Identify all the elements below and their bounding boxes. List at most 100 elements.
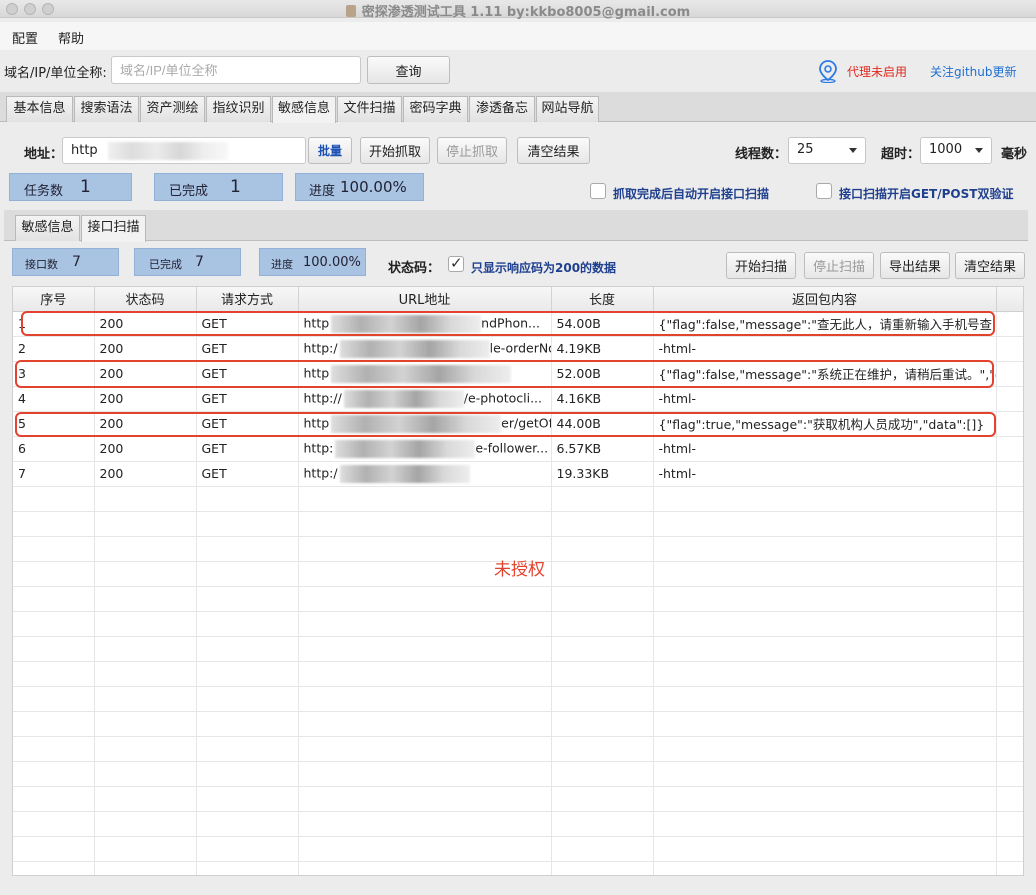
clear-scan-results-button[interactable]: 清空结果 — [955, 252, 1025, 279]
cell-empty — [196, 836, 299, 862]
table-row[interactable]: 4 200 GET http:// /e-photocli... 4.16KB -html- — [13, 386, 1023, 412]
cell-empty — [653, 861, 997, 875]
cell-empty — [653, 486, 997, 512]
table-row[interactable]: 1 200 GET http ndPhon... 54.00B {"flag":false,… — [13, 311, 1023, 337]
tab-site-nav[interactable]: 网站导航 — [536, 96, 599, 122]
location-pin-icon — [819, 60, 837, 83]
cell-body: {"flag":false,"message":"查无此人，请重新输入手机号查.… — [653, 311, 997, 337]
scan-done-label: 已完成 — [149, 258, 182, 271]
crawl-done-badge: 已完成 1 — [154, 173, 283, 201]
proxy-status-link[interactable]: 代理未启用 — [847, 63, 907, 80]
subtab-sensitive-info[interactable]: 敏感信息 — [15, 215, 80, 241]
tab-pentest-notes[interactable]: 渗透备忘 — [469, 96, 535, 122]
cell-empty — [996, 761, 1023, 787]
api-count-value: 7 — [72, 254, 81, 270]
cell-filler — [996, 361, 1023, 387]
cell-url: http ndPhon... — [298, 311, 552, 337]
col-header-body[interactable]: 返回包内容 — [653, 287, 997, 312]
tab-file-scan[interactable]: 文件扫描 — [337, 96, 402, 122]
cell-status: 200 — [94, 361, 197, 387]
export-results-button[interactable]: 导出结果 — [880, 252, 950, 279]
cell-empty — [94, 786, 197, 812]
cell-empty — [298, 836, 552, 862]
table-row-empty — [13, 611, 1023, 637]
auto-scan-checkbox[interactable] — [590, 183, 606, 199]
cell-empty — [196, 536, 299, 562]
start-scan-button[interactable]: 开始扫描 — [726, 252, 796, 279]
cell-empty — [298, 611, 552, 637]
col-header-method[interactable]: 请求方式 — [196, 287, 299, 312]
stop-scan-button[interactable]: 停止扫描 — [804, 252, 874, 279]
only-200-checkbox[interactable] — [448, 254, 464, 272]
table-row[interactable]: 5200GET http er/getOffice...44.00B{"flag":… — [13, 411, 1023, 437]
cell-empty — [551, 586, 654, 612]
url-start: http: — [303, 440, 334, 455]
subtab-api-scan[interactable]: 接口扫描 — [81, 215, 146, 242]
cell-empty — [653, 786, 997, 812]
table-row-empty — [13, 686, 1023, 712]
cell-empty — [13, 511, 95, 537]
cell-length: 4.16KB — [551, 386, 654, 412]
cell-status: 200 — [94, 461, 197, 487]
cell-empty — [996, 586, 1023, 612]
table-row[interactable]: 2200GET http:/ le-orderNo...4.19KB-html- — [13, 336, 1023, 362]
col-header-length[interactable]: 长度 — [551, 287, 654, 312]
timeout-select[interactable]: 1000 — [920, 137, 992, 164]
clear-crawl-results-button[interactable]: 清空结果 — [517, 137, 590, 164]
url-start: http — [303, 315, 330, 330]
col-header-index[interactable]: 序号 — [13, 287, 95, 312]
cell-empty — [551, 661, 654, 687]
cell-empty — [996, 486, 1023, 512]
cell-url: http: e-follower... — [298, 436, 552, 462]
crawl-progress-badge: 进度 100.00% — [295, 173, 424, 201]
query-button[interactable]: 查询 — [367, 56, 450, 84]
start-crawl-button[interactable]: 开始抓取 — [360, 137, 430, 164]
cell-method: GET — [196, 386, 299, 412]
url-start: http:/ — [303, 465, 338, 480]
cell-empty — [94, 536, 197, 562]
col-header-url[interactable]: URL地址 — [298, 287, 552, 312]
address-field[interactable]: http — [62, 137, 306, 164]
tab-fingerprint[interactable]: 指纹识别 — [206, 96, 271, 122]
stop-crawl-button[interactable]: 停止抓取 — [437, 137, 507, 164]
cell-empty — [13, 836, 95, 862]
batch-button[interactable]: 批量 — [308, 137, 352, 164]
url-start: http — [303, 365, 330, 380]
cell-empty — [13, 561, 95, 587]
cell-empty — [13, 536, 95, 562]
cell-empty — [94, 561, 197, 587]
tab-password-dict[interactable]: 密码字典 — [403, 96, 468, 122]
menu-config[interactable]: 配置 — [12, 28, 38, 47]
cell-empty — [996, 686, 1023, 712]
search-input[interactable] — [111, 56, 361, 84]
cell-empty — [653, 736, 997, 762]
cell-empty — [996, 811, 1023, 837]
dual-verify-checkbox[interactable] — [816, 183, 832, 199]
col-header-status[interactable]: 状态码 — [94, 287, 197, 312]
table-row[interactable]: 3 200 GET http 52.00B {"flag":false,"message"… — [13, 361, 1023, 387]
url-end: /e-photocli... — [463, 390, 543, 405]
threads-select[interactable]: 25 — [788, 137, 866, 164]
tab-basic-info[interactable]: 基本信息 — [6, 96, 73, 122]
table-row-empty — [13, 836, 1023, 862]
cell-empty — [298, 786, 552, 812]
cell-length: 44.00B — [551, 411, 654, 437]
tab-search-syntax[interactable]: 搜索语法 — [74, 96, 139, 122]
cell-empty — [551, 786, 654, 812]
cell-length: 4.19KB — [551, 336, 654, 362]
chevron-down-icon — [849, 148, 857, 153]
table-row[interactable]: 6 200 GET http: e-follower... 6.57KB -html- — [13, 436, 1023, 462]
table-row[interactable]: 7 200 GET http:/ 19.33KB -html- — [13, 461, 1023, 487]
cell-empty — [551, 861, 654, 875]
tab-asset-mapping[interactable]: 资产测绘 — [140, 96, 205, 122]
cell-empty — [551, 736, 654, 762]
tab-sensitive-info[interactable]: 敏感信息 — [272, 96, 336, 123]
url-start: http:/ — [303, 340, 338, 355]
cell-empty — [13, 611, 95, 637]
github-link[interactable]: 关注github更新 — [930, 63, 1017, 80]
cell-body: {"flag":false,"message":"系统正在维护，请稍后重试。",… — [653, 361, 997, 387]
cell-body: -html- — [653, 336, 997, 362]
menu-bar: 配置 帮助 — [0, 22, 1036, 50]
menu-help[interactable]: 帮助 — [58, 28, 84, 47]
task-count-label: 任务数 — [24, 184, 64, 199]
